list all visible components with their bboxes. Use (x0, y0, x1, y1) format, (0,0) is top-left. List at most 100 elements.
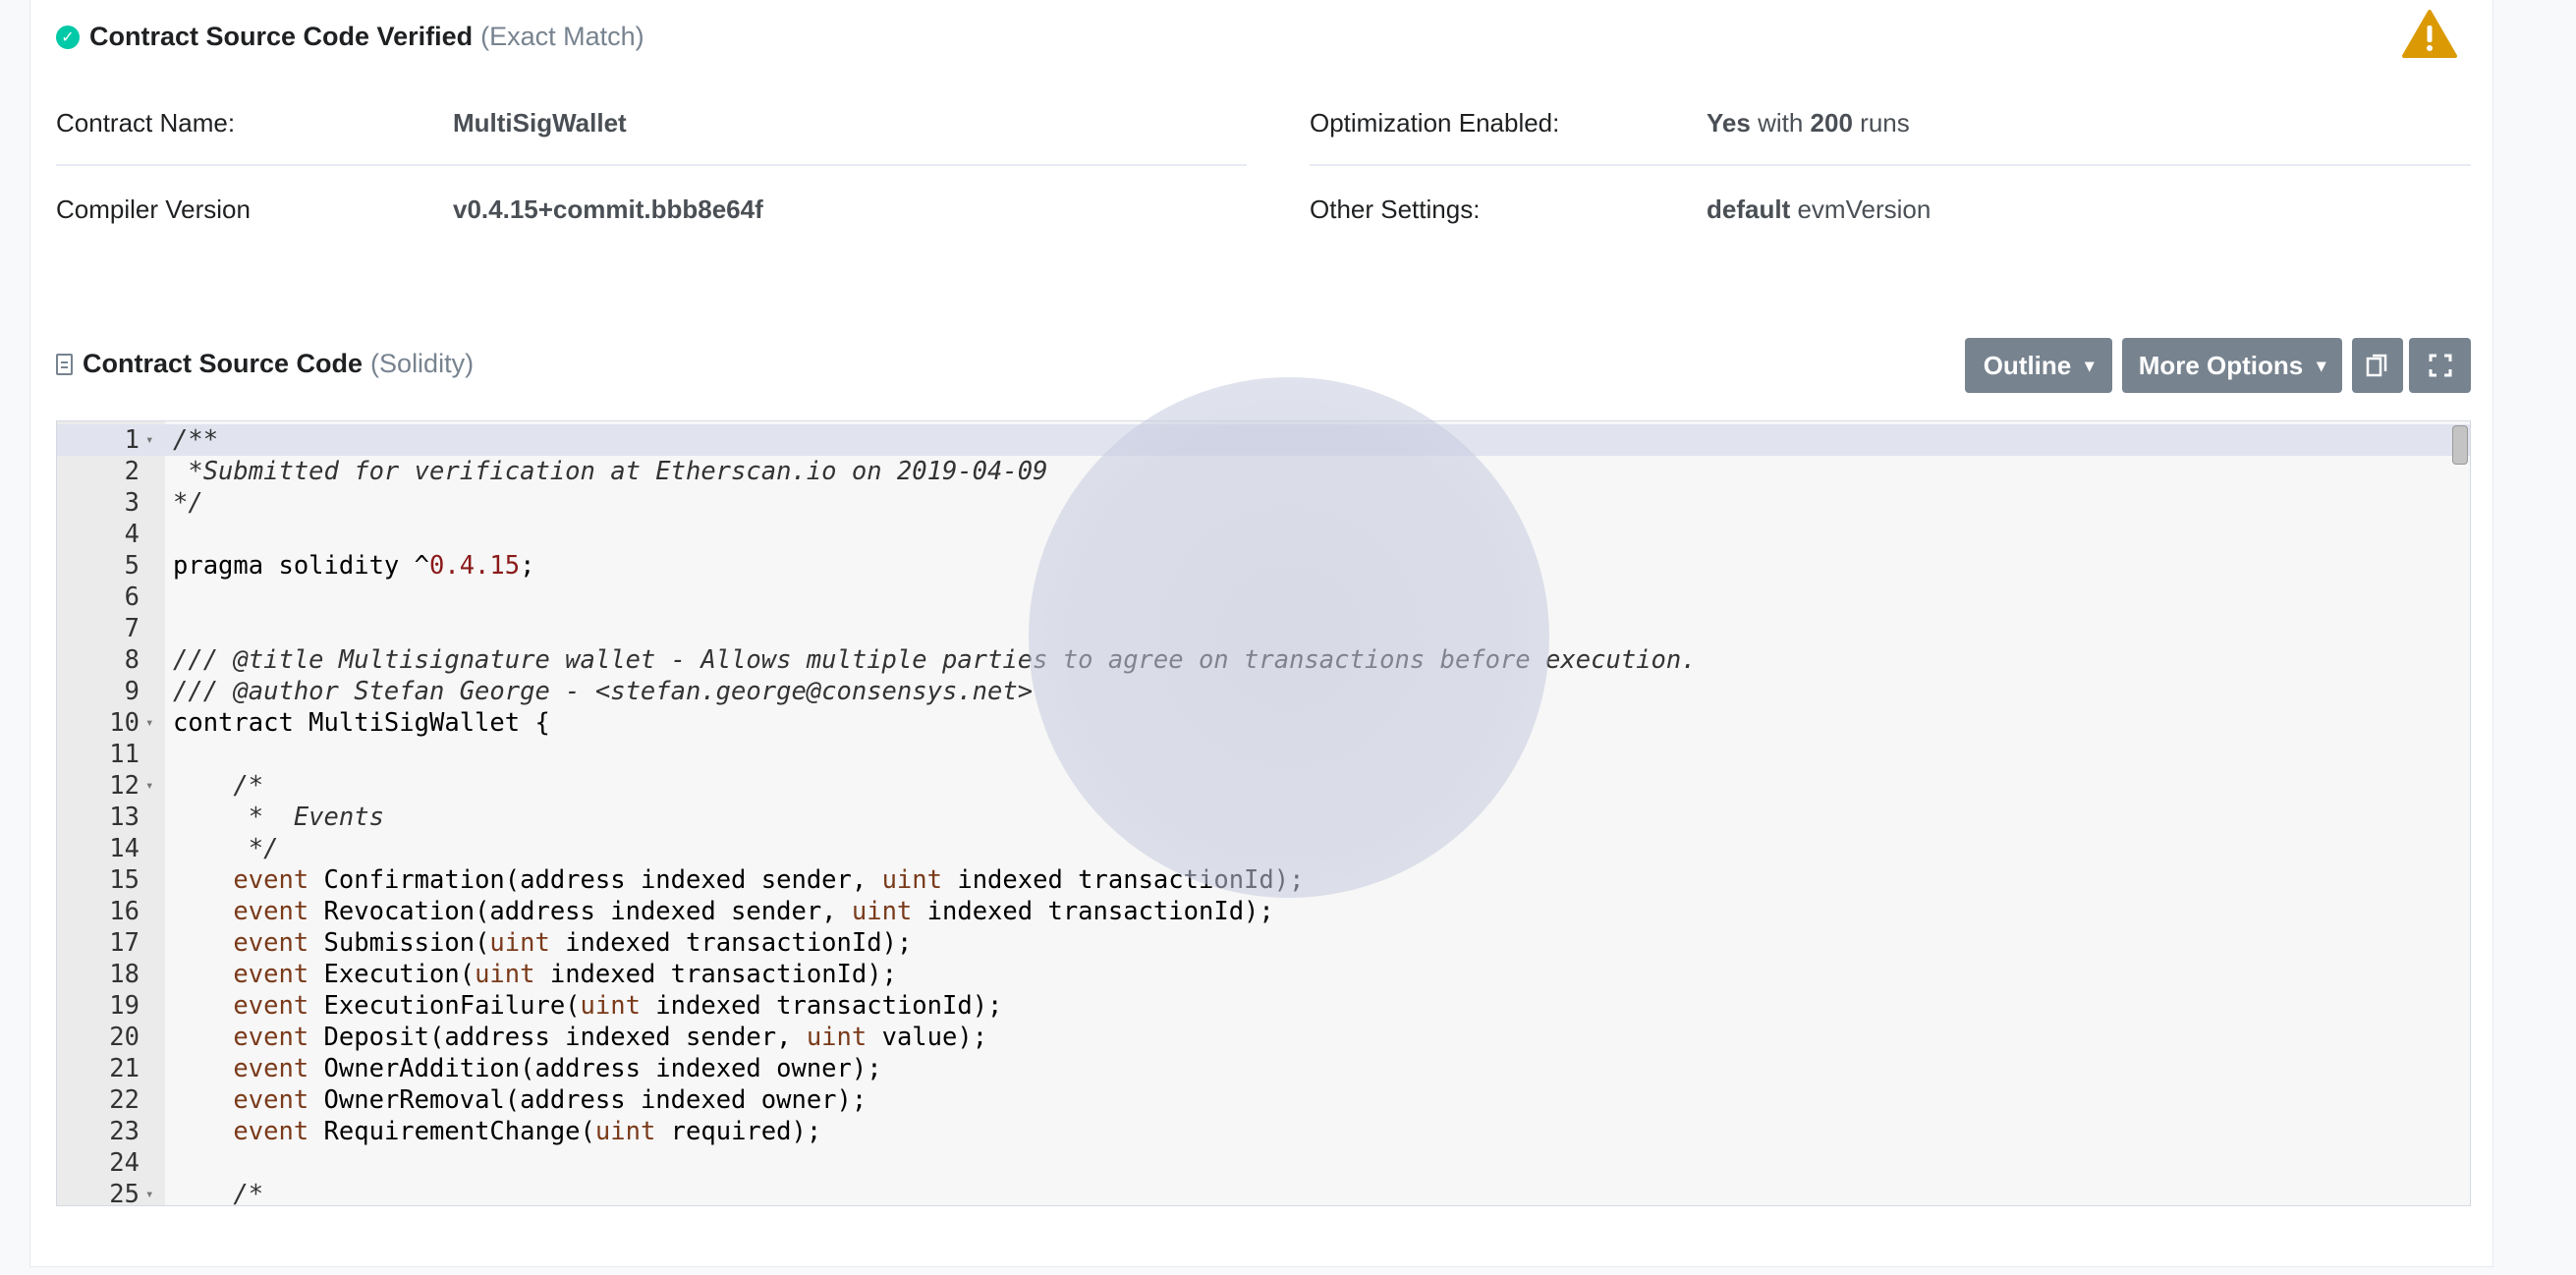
code-text: event OwnerRemoval(address indexed owner… (233, 1085, 868, 1115)
line-number: 15 (109, 865, 140, 895)
line-number: 13 (109, 803, 140, 832)
code-line: 9 /// @author Stefan George - <stefan.geo… (57, 676, 2470, 707)
verified-header: ✓ Contract Source Code Verified (Exact M… (56, 22, 644, 52)
contract-name-label: Contract Name: (56, 108, 236, 138)
code-line: 18 event Execution(uint indexed transact… (57, 959, 2470, 990)
line-number: 20 (109, 1023, 140, 1052)
code-text: /// @author Stefan George - <stefan.geor… (173, 677, 1034, 706)
line-number: 2 (124, 457, 140, 486)
warning-icon[interactable] (2402, 10, 2457, 59)
more-options-button[interactable]: More Options ▾ (2122, 338, 2342, 393)
other-settings-label: Other Settings: (1310, 194, 1481, 224)
code-line: 3 */ (57, 487, 2470, 519)
other-settings-value: default evmVersion (1707, 194, 1932, 224)
line-number: 3 (124, 488, 140, 518)
line-number: 10 (109, 708, 140, 738)
code-line: 7 (57, 613, 2470, 644)
code-line: 20 event Deposit(address indexed sender,… (57, 1022, 2470, 1053)
line-number: 14 (109, 834, 140, 863)
copy-icon (2366, 354, 2387, 377)
code-text: event Submission(uint indexed transactio… (233, 928, 913, 958)
optimization-value: Yes with 200 runs (1707, 108, 1910, 138)
optimization-label: Optimization Enabled: (1310, 108, 1560, 138)
fullscreen-icon (2429, 354, 2451, 377)
code-line: 23 event RequirementChange(uint required… (57, 1116, 2470, 1147)
source-code-header: Contract Source Code (Solidity) (56, 349, 474, 379)
code-text: event Execution(uint indexed transaction… (233, 960, 897, 989)
fold-toggle-icon[interactable]: ▾ (145, 707, 153, 739)
code-text: event Confirmation(address indexed sende… (233, 865, 1305, 895)
more-options-label: More Options (2138, 350, 2304, 380)
fold-toggle-icon[interactable]: ▾ (145, 770, 153, 802)
code-text: /* (233, 771, 264, 801)
verified-subtitle: (Exact Match) (480, 22, 644, 51)
code-line: 8 /// @title Multisignature wallet - Allo… (57, 644, 2470, 676)
file-code-icon (56, 353, 73, 375)
code-line: 16 event Revocation(address indexed send… (57, 896, 2470, 927)
source-code-language: (Solidity) (370, 349, 475, 378)
fold-toggle-icon[interactable]: ▾ (145, 424, 153, 456)
chevron-down-icon: ▾ (2317, 355, 2326, 375)
line-number: 7 (124, 614, 140, 643)
outline-label: Outline (1983, 350, 2072, 380)
code-text: event Revocation(address indexed sender,… (233, 897, 1274, 926)
outline-button[interactable]: Outline ▾ (1965, 338, 2112, 393)
compiler-label: Compiler Version (56, 194, 251, 224)
code-line: 15 event Confirmation(address indexed se… (57, 864, 2470, 896)
compiler-value: v0.4.15+commit.bbb8e64f (453, 194, 763, 224)
code-text: */ (173, 834, 279, 863)
fold-toggle-icon[interactable]: ▾ (145, 1179, 153, 1205)
code-text: * Events (173, 803, 384, 832)
check-circle-icon: ✓ (56, 25, 80, 49)
line-number: 16 (109, 897, 140, 926)
verified-title: Contract Source Code Verified (89, 22, 474, 51)
divider (56, 164, 1247, 166)
code-text: /// @title Multisignature wallet - Allow… (173, 645, 1697, 675)
code-text: pragma solidity ^0.4.15; (173, 551, 535, 581)
code-text: *Submitted for verification at Etherscan… (173, 457, 1048, 486)
chevron-down-icon: ▾ (2085, 355, 2095, 375)
code-line: 24 (57, 1147, 2470, 1179)
line-number: 23 (109, 1117, 140, 1146)
line-number: 19 (109, 991, 140, 1021)
line-number: 17 (109, 928, 140, 958)
line-number: 24 (109, 1148, 140, 1178)
fullscreen-button[interactable] (2409, 338, 2471, 393)
code-line: 17 event Submission(uint indexed transac… (57, 927, 2470, 959)
code-text: contract MultiSigWallet { (173, 708, 550, 738)
code-text: */ (173, 488, 203, 518)
code-line: 6 (57, 582, 2470, 613)
line-number: 1 (124, 425, 140, 455)
code-line: 19 event ExecutionFailure(uint indexed t… (57, 990, 2470, 1022)
line-number: 21 (109, 1054, 140, 1083)
line-number: 4 (124, 520, 140, 549)
code-line: 5 pragma solidity ^0.4.15; (57, 550, 2470, 582)
line-number: 22 (109, 1085, 140, 1115)
code-text: event Deposit(address indexed sender, ui… (233, 1023, 988, 1052)
line-number: 6 (124, 582, 140, 612)
code-line: 14 */ (57, 833, 2470, 864)
code-line: 11 (57, 739, 2470, 770)
code-line: 4 (57, 519, 2470, 550)
code-line: 2 *Submitted for verification at Ethersc… (57, 456, 2470, 487)
code-line: 1 ▾ /** (57, 424, 2470, 456)
divider (1310, 164, 2471, 166)
code-text: /* (233, 1180, 264, 1206)
code-text: event RequirementChange(uint required); (233, 1117, 822, 1146)
line-number: 12 (109, 771, 140, 801)
line-number: 25 (109, 1180, 140, 1206)
code-text: event ExecutionFailure(uint indexed tran… (233, 991, 1003, 1021)
code-line: 10 ▾ contract MultiSigWallet { (57, 707, 2470, 739)
code-editor[interactable]: 1 ▾/** 2 *Submitted for verification at Et… (56, 420, 2471, 1206)
source-code-title: Contract Source Code (83, 349, 364, 378)
line-number: 11 (109, 740, 140, 769)
code-text: event OwnerAddition(address indexed owne… (233, 1054, 882, 1083)
code-line: 21 event OwnerAddition(address indexed o… (57, 1053, 2470, 1084)
line-number: 5 (124, 551, 140, 581)
code-line: 22 event OwnerRemoval(address indexed ow… (57, 1084, 2470, 1116)
copy-button[interactable] (2352, 338, 2403, 393)
code-line: 25 ▾ /* (57, 1179, 2470, 1206)
code-line: 13 * Events (57, 802, 2470, 833)
code-text: /** (173, 425, 219, 455)
scrollbar-thumb[interactable] (2452, 425, 2468, 465)
